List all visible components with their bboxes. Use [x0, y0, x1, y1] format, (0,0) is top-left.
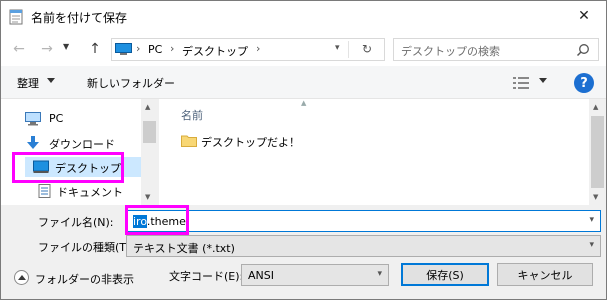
caret-down-icon[interactable]: [539, 78, 547, 83]
filename-label: ファイル名(N):: [38, 216, 114, 229]
chevron-right-icon[interactable]: ›: [136, 42, 140, 55]
save-as-dialog: 名前を付けて保存 ✕ ← → ▼ ↑ › PC › デスクトップ › ▾ ↻ デ…: [0, 0, 607, 300]
nav-item-pc[interactable]: PC: [25, 109, 141, 129]
scroll-down-icon[interactable]: ▼: [593, 193, 598, 201]
nav-item-documents[interactable]: ドキュメント: [25, 181, 141, 201]
organize-button[interactable]: 整理: [17, 75, 39, 91]
help-icon[interactable]: ?: [574, 73, 594, 93]
up-button[interactable]: ↑: [85, 40, 105, 58]
arrow-up-icon: ↑: [89, 41, 101, 57]
back-button[interactable]: ←: [9, 40, 29, 58]
divider: [348, 41, 349, 58]
refresh-icon[interactable]: ↻: [362, 42, 372, 56]
nav-scrollbar[interactable]: ▲ ▼: [141, 99, 158, 205]
forward-button[interactable]: →: [37, 40, 57, 58]
chevron-up-circle-icon: [14, 270, 29, 285]
filename-input[interactable]: iro.theme ▾: [126, 210, 601, 232]
nav-item-label: ドキュメント: [57, 186, 123, 199]
close-button[interactable]: ✕: [562, 1, 606, 31]
column-header-name[interactable]: 名前: [181, 107, 203, 123]
arrow-left-icon: ←: [13, 41, 25, 57]
list-item[interactable]: デスクトップだよ！: [179, 131, 379, 151]
scroll-thumb[interactable]: [591, 116, 604, 188]
view-options-icon[interactable]: [513, 77, 529, 89]
filetype-select[interactable]: テキスト文書 (*.txt) ▾: [126, 235, 601, 257]
nav-item-label: PC: [49, 112, 64, 125]
notepad-icon: [9, 9, 23, 25]
save-button[interactable]: 保存(S): [401, 263, 489, 286]
annotation-box-desktop: [12, 152, 124, 183]
window-title: 名前を付けて保存: [31, 11, 128, 25]
chevron-down-icon[interactable]: ▾: [589, 215, 594, 225]
chevron-right-icon[interactable]: ›: [170, 42, 174, 55]
hide-folders-label: フォルダーの非表示: [35, 273, 134, 286]
address-bar[interactable]: › PC › デスクトップ › ▾ ↻: [111, 38, 385, 61]
search-placeholder: デスクトップの検索: [401, 45, 500, 58]
filetype-value: テキスト文書 (*.txt): [133, 242, 235, 255]
caret-down-icon[interactable]: [47, 78, 55, 83]
close-icon: ✕: [578, 8, 590, 24]
chevron-down-icon[interactable]: ▾: [335, 43, 340, 53]
scroll-up-icon[interactable]: ▲: [145, 103, 150, 111]
filetype-label: ファイルの種類(T):: [38, 241, 135, 254]
file-list-pane: ▲ 名前 デスクトップだよ！ ▲ ▼: [159, 99, 606, 205]
sort-ascending-icon: ▲: [301, 99, 307, 107]
nav-item-downloads[interactable]: ダウンロード: [25, 133, 141, 153]
pc-icon: [25, 112, 41, 126]
address-row: ← → ▼ ↑ › PC › デスクトップ › ▾ ↻ デスクトップの検索: [1, 32, 606, 66]
file-scrollbar[interactable]: ▲ ▼: [589, 99, 606, 205]
document-icon: [38, 184, 51, 198]
annotation-box-filename: [125, 205, 189, 235]
command-bar: 整理 新しいフォルダー ?: [1, 66, 606, 99]
chevron-right-icon[interactable]: ›: [256, 42, 260, 55]
recent-locations-dropdown[interactable]: ▼: [63, 42, 69, 51]
scroll-thumb[interactable]: [143, 121, 156, 143]
cancel-button[interactable]: キャンセル: [497, 263, 593, 286]
breadcrumb-pc[interactable]: PC: [148, 43, 162, 56]
encoding-value: ANSI: [248, 269, 274, 282]
chevron-down-icon: ▾: [377, 269, 382, 279]
breadcrumb-desktop[interactable]: デスクトップ: [182, 43, 248, 59]
folder-icon: [181, 135, 197, 147]
new-folder-button[interactable]: 新しいフォルダー: [87, 75, 175, 91]
encoding-select[interactable]: ANSI ▾: [241, 264, 389, 286]
desktop-icon: [115, 43, 132, 55]
search-input[interactable]: デスクトップの検索: [393, 38, 599, 61]
search-icon: [576, 44, 589, 57]
chevron-down-icon: ▾: [589, 240, 594, 250]
file-name: デスクトップだよ！: [201, 136, 300, 149]
scroll-down-icon[interactable]: ▼: [145, 193, 150, 201]
encoding-label: 文字コード(E):: [169, 270, 244, 283]
download-arrow-icon: [27, 136, 39, 149]
nav-item-label: ダウンロード: [49, 138, 115, 151]
scroll-up-icon[interactable]: ▲: [593, 103, 598, 111]
title-bar: 名前を付けて保存 ✕: [1, 1, 606, 32]
arrow-right-icon: →: [41, 41, 53, 57]
